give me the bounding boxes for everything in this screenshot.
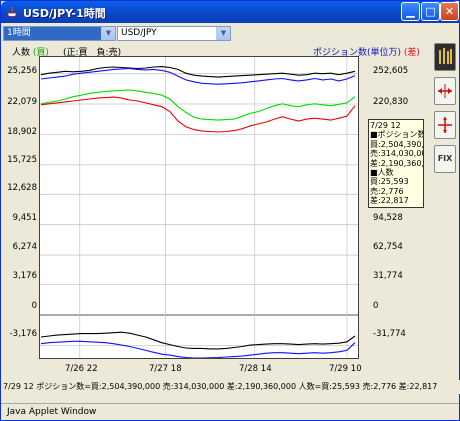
horizontal-arrows-icon (438, 84, 452, 98)
data-tooltip: 7/29 12 ■ポジション数 買:2,504,390,000 売:314,03… (368, 119, 424, 208)
tooltip-line: 差:2,190,360,000 (370, 158, 424, 168)
fix-button[interactable]: FIX (434, 145, 456, 173)
y-left-tick: -3,176 (9, 329, 37, 339)
minimize-icon: ▁ (406, 5, 415, 18)
tooltip-line: 売:2,776 (370, 186, 404, 196)
y-right-tick: 0 (373, 301, 379, 311)
minimize-button[interactable]: ▁ (401, 2, 420, 21)
x-tick: 7/27 18 (149, 364, 182, 374)
horizontal-arrows-button[interactable] (434, 77, 456, 105)
y-left-tick: 25,256 (7, 66, 37, 76)
tooltip-line: ■ポジション数 (370, 130, 424, 140)
tooltip-line: 買:25,593 (370, 177, 409, 187)
y-left-tick: 18,902 (7, 127, 37, 137)
y-left-tick: 6,274 (12, 242, 37, 252)
series-line-red-3 (40, 96, 356, 133)
series-line-green-2 (40, 89, 356, 121)
window-title: USD/JPY-1時間 (23, 7, 106, 20)
applet-footer: Java Applet Window (1, 403, 459, 420)
tooltip-line: 売:314,030,000 (370, 149, 423, 159)
applet-window: USD/JPY-1時間 ▁ □ ✕ 1時間 ▼ USD/JPY ▼ 人数 (買)… (0, 0, 460, 421)
y-right-tick: 31,774 (373, 271, 403, 281)
series-line-black-4 (40, 331, 356, 350)
y-right-tick: 252,605 (373, 66, 409, 76)
title-bar[interactable]: USD/JPY-1時間 ▁ □ ✕ (1, 1, 459, 23)
y-right-tick: -31,774 (373, 329, 406, 339)
chart-plot-area[interactable] (39, 56, 359, 359)
y-left-tick: 9,451 (12, 213, 37, 223)
tooltip-line: 買:2,504,390,000 (370, 139, 424, 149)
chevron-down-icon: ▼ (216, 27, 230, 40)
crosshair-button[interactable] (434, 111, 456, 139)
x-tick: 7/29 10 (329, 364, 362, 374)
series-line-black-0 (40, 66, 356, 78)
people-label: 人数 (12, 48, 31, 58)
close-icon: ✕ (444, 5, 455, 18)
fix-icon: FIX (437, 154, 453, 163)
y-left-tick: 22,079 (7, 97, 37, 107)
tooltip-line: 差:22,817 (370, 196, 409, 206)
y-left-tick: 12,628 (7, 183, 37, 193)
y-left-tick: 0 (31, 301, 37, 311)
x-tick: 7/26 22 (65, 364, 98, 374)
pair-value: USD/JPY (121, 28, 157, 38)
bars-icon (439, 48, 452, 64)
position-badge: (差) (403, 48, 420, 58)
crosshair-icon (438, 117, 452, 133)
timeframe-select[interactable]: 1時間 ▼ (3, 26, 116, 41)
maximize-button[interactable]: □ (421, 2, 440, 21)
close-button[interactable]: ✕ (440, 2, 459, 21)
y-right-tick: 94,528 (373, 213, 403, 223)
y-left-tick: 15,725 (7, 155, 37, 165)
status-bar: 7/29 12 ポジション数=買:2,504,390,000 売:314,030… (1, 380, 460, 394)
y-left-tick: 3,176 (12, 271, 37, 281)
x-tick: 7/28 14 (239, 364, 272, 374)
tooltip-line: ■人数 (370, 168, 394, 178)
y-right-tick: 62,754 (373, 242, 403, 252)
chart-svg (40, 57, 358, 358)
y-right-tick: 220,830 (373, 97, 409, 107)
tooltip-line: 7/29 12 (370, 121, 401, 130)
java-cup-icon (7, 6, 17, 17)
chevron-down-icon: ▼ (101, 27, 115, 40)
timeframe-value: 1時間 (7, 28, 31, 38)
pair-select[interactable]: USD/JPY ▼ (117, 26, 231, 41)
maximize-icon: □ (425, 5, 436, 18)
bar-chart-button[interactable] (434, 43, 456, 71)
